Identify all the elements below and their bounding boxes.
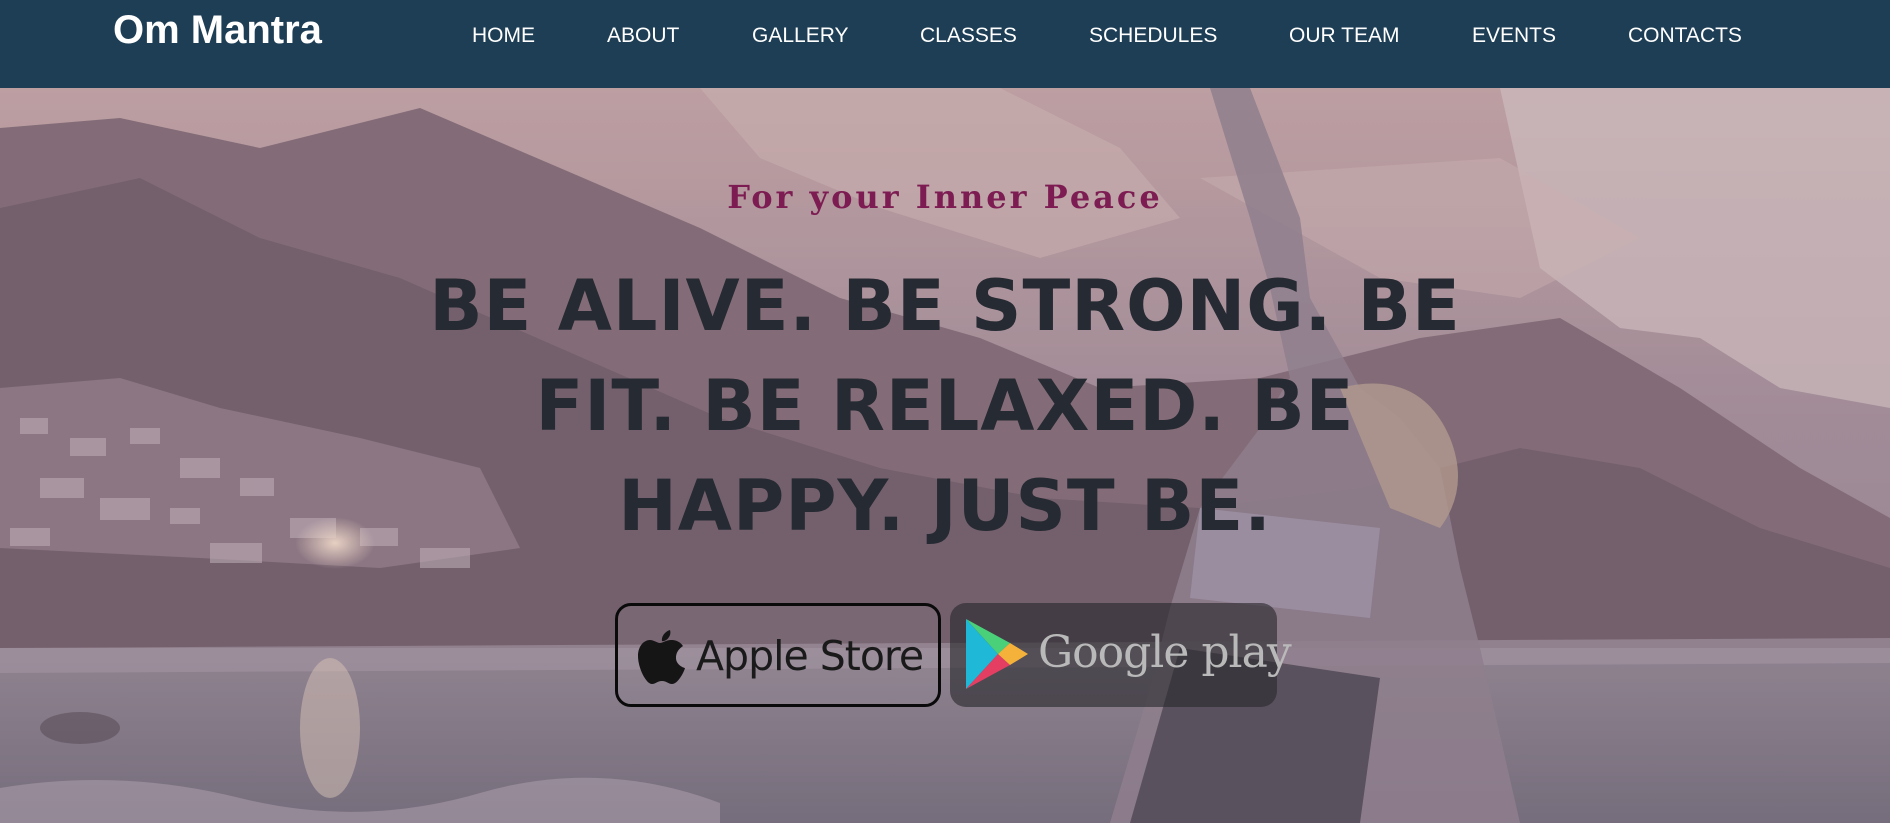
nav-link-contacts[interactable]: CONTACTS <box>1628 24 1742 48</box>
apple-store-button[interactable]: Apple Store <box>615 603 941 707</box>
hero-tagline: For your Inner Peace <box>727 178 1163 216</box>
nav-link-our-team[interactable]: OUR TEAM <box>1289 24 1399 48</box>
apple-store-label: Apple Store <box>696 632 924 680</box>
nav-link-home[interactable]: HOME <box>472 24 535 48</box>
google-play-icon <box>966 619 1028 689</box>
nav-link-schedules[interactable]: SCHEDULES <box>1089 24 1217 48</box>
nav-link-gallery[interactable]: GALLERY <box>752 24 849 48</box>
nav-link-classes[interactable]: CLASSES <box>920 24 1017 48</box>
nav-menu: HOME ABOUT GALLERY CLASSES SCHEDULES OUR… <box>0 0 1890 72</box>
hero-headline: BE ALIVE. BE STRONG. BE FIT. BE RELAXED.… <box>429 265 1461 547</box>
navbar: Om Mantra HOME ABOUT GALLERY CLASSES SCH… <box>0 0 1890 88</box>
hero-section: For your Inner Peace BE ALIVE. BE STRONG… <box>0 88 1890 823</box>
google-play-label: Google play <box>1038 627 1292 678</box>
nav-link-events[interactable]: EVENTS <box>1472 24 1556 48</box>
nav-link-about[interactable]: ABOUT <box>607 24 679 48</box>
apple-logo-icon <box>638 630 685 684</box>
google-play-button[interactable]: Google play <box>950 603 1292 707</box>
